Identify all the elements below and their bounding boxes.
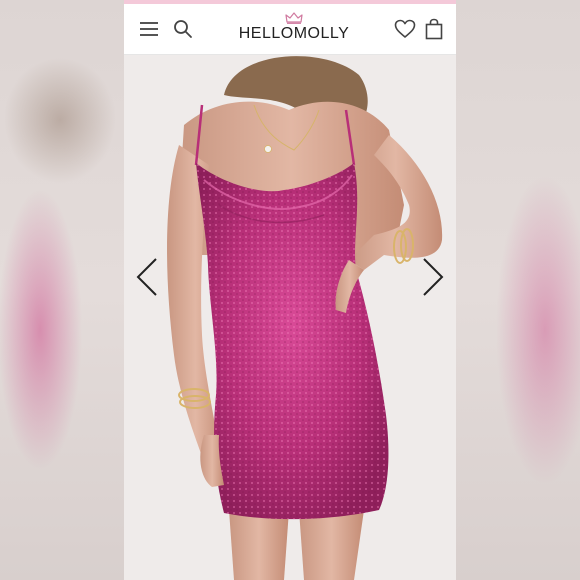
chevron-right-icon[interactable] bbox=[418, 255, 448, 299]
product-photo[interactable] bbox=[124, 55, 456, 580]
site-header: HELLOMOLLY bbox=[124, 4, 456, 55]
menu-icon[interactable] bbox=[140, 21, 158, 37]
shopping-bag-icon[interactable] bbox=[425, 18, 443, 40]
product-gallery bbox=[124, 55, 456, 580]
brand-name: HELLOMOLLY bbox=[238, 25, 350, 42]
search-icon[interactable] bbox=[173, 19, 193, 39]
crown-icon bbox=[285, 12, 303, 24]
phone-screen: HELLOMOLLY bbox=[124, 0, 456, 580]
brand-logo[interactable]: HELLOMOLLY bbox=[230, 12, 358, 44]
chevron-left-icon[interactable] bbox=[132, 255, 162, 299]
heart-icon[interactable] bbox=[394, 19, 416, 39]
